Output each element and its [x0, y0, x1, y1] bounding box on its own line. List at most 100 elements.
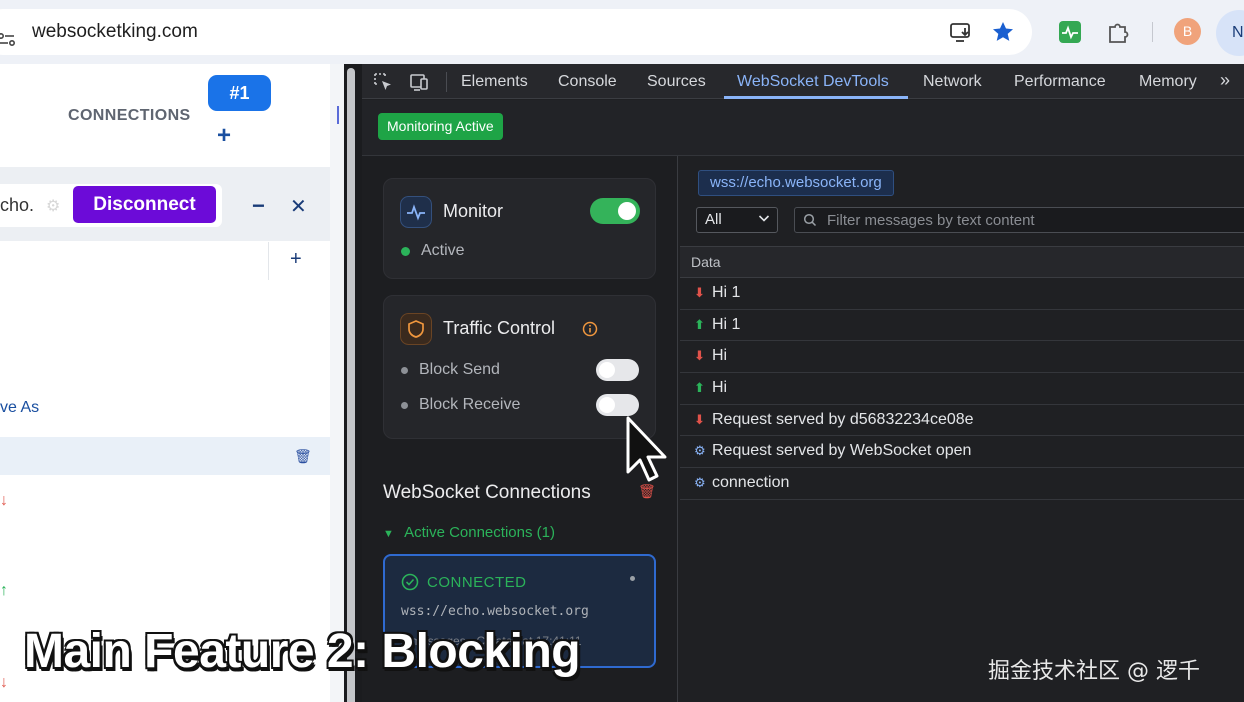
tab-elements[interactable]: Elements [461, 73, 528, 91]
divider [268, 242, 269, 280]
active-status-dot [401, 247, 410, 256]
devtools-tabbar: Elements Console Sources WebSocket DevTo… [362, 64, 1244, 99]
toolbar-divider [1152, 22, 1153, 42]
connection-url-chip[interactable]: wss://echo.websocket.org [698, 170, 894, 196]
devtools-panel: Elements Console Sources WebSocket DevTo… [362, 64, 1244, 702]
tab-sources[interactable]: Sources [647, 73, 706, 91]
filter-field[interactable] [794, 207, 1244, 233]
site-settings-icon[interactable] [0, 30, 16, 50]
received-arrow-icon: ⬇ [694, 411, 705, 427]
message-row[interactable]: ⬇ Hi 1 [680, 278, 1244, 310]
messages-list: ⬇ Hi 1 ⬆ Hi 1 ⬇ Hi ⬆ Hi ⬇ Request served by d5683… [680, 278, 1244, 500]
message-row[interactable]: ⬆ Hi [680, 373, 1244, 405]
block-receive-toggle[interactable] [596, 394, 639, 416]
message-row[interactable]: ⚙ connection [680, 468, 1244, 500]
profile-avatar[interactable]: B [1174, 18, 1201, 45]
message-text: connection [712, 474, 790, 492]
inspect-element-icon[interactable] [372, 71, 394, 93]
info-icon[interactable] [582, 321, 598, 337]
sent-arrow-icon: ⬆ [694, 316, 705, 332]
screen: websocketking.com B N CONNECTIONS #1 + c… [0, 0, 1244, 702]
block-receive-dot [401, 402, 408, 409]
tab-performance[interactable]: Performance [1014, 73, 1106, 91]
block-receive-label: Block Receive [419, 396, 521, 413]
block-send-dot [401, 367, 408, 374]
block-send-label: Block Send [419, 361, 500, 378]
monitoring-bar: Monitoring Active [362, 100, 1244, 156]
tabbar-divider [446, 72, 447, 92]
message-type-select[interactable]: All [696, 207, 778, 233]
device-toolbar-icon[interactable] [408, 71, 430, 93]
settings-gear-icon[interactable]: ⚙ [46, 196, 60, 216]
add-button[interactable]: + [290, 248, 302, 271]
tab-network[interactable]: Network [923, 73, 982, 91]
url-text[interactable]: websocketking.com [32, 21, 198, 43]
extension-monitor-icon[interactable] [1057, 19, 1083, 45]
close-button[interactable]: ✕ [290, 194, 307, 219]
traffic-control-card: Traffic Control Block Send Block Receive [383, 295, 656, 439]
pulse-icon [400, 196, 432, 228]
message-type-value: All [705, 211, 722, 228]
tab-memory[interactable]: Memory [1139, 73, 1197, 91]
status-dot [630, 576, 635, 581]
watermark: 掘金技术社区 @ 逻千 [988, 659, 1200, 684]
message-row[interactable]: ⚙ Request served by WebSocket open [680, 436, 1244, 469]
monitor-title: Monitor [443, 201, 504, 221]
toggle-knob [618, 202, 636, 220]
message-text: Hi [712, 347, 728, 365]
monitor-toggle[interactable] [590, 198, 640, 224]
save-as-link[interactable]: ve As [0, 399, 39, 417]
connections-heading: CONNECTIONS [68, 107, 191, 124]
monitor-status: Active [421, 242, 465, 259]
websocket-connections-title: WebSocket Connections [383, 482, 591, 503]
active-connections-label: Active Connections (1) [404, 524, 555, 541]
install-app-icon[interactable] [948, 19, 974, 45]
messages-panel: wss://echo.websocket.org All Data ⬇Hi 1⬆… [680, 156, 1244, 702]
check-circle-icon [401, 573, 419, 591]
app-scrollbar[interactable] [346, 68, 356, 702]
system-gear-icon: ⚙ [694, 475, 706, 491]
message-row[interactable]: ⬆ Hi 1 [680, 310, 1244, 342]
system-gear-icon: ⚙ [694, 443, 706, 459]
active-connections-toggle[interactable]: ▼ Active Connections (1) [383, 524, 555, 541]
chevron-down-icon [758, 215, 770, 222]
add-connection-button[interactable]: + [217, 122, 231, 150]
connection-status: CONNECTED [427, 574, 527, 591]
mouse-cursor-icon [626, 416, 667, 482]
messages-header-row: 🗑 [0, 437, 330, 475]
focus-marker [337, 106, 339, 124]
connections-panel: CONNECTIONS #1 + cho. ⚙ Disconnect − ✕ +… [0, 64, 330, 702]
message-text: Request served by WebSocket open [712, 442, 972, 460]
received-arrow-icon: ⬇ [694, 348, 705, 364]
extensions-puzzle-icon[interactable] [1105, 19, 1131, 45]
message-row[interactable]: ⬇ Request served by d56832234ce08e [680, 405, 1244, 437]
message-text: Hi [712, 379, 728, 397]
connection-row: cho. ⚙ Disconnect − ✕ [0, 167, 330, 241]
minimize-button[interactable]: − [252, 193, 265, 219]
browser-toolbar: websocketking.com B N [0, 0, 1244, 64]
address-bar[interactable]: websocketking.com [0, 9, 1032, 55]
block-send-toggle[interactable] [596, 359, 639, 381]
message-text: Hi 1 [712, 315, 741, 333]
monitor-card: Monitor Active [383, 178, 656, 279]
connection-tab-1[interactable]: #1 [208, 75, 271, 111]
shield-icon [400, 313, 432, 345]
filter-messages-input[interactable] [827, 211, 1244, 229]
profile-avatar-secondary[interactable]: N [1216, 10, 1244, 56]
websocketking-app: CONNECTIONS #1 + cho. ⚙ Disconnect − ✕ +… [0, 64, 344, 702]
tab-websocket-devtools[interactable]: WebSocket DevTools [737, 73, 889, 91]
message-text: Hi 1 [712, 284, 741, 301]
more-tabs-chevron-icon[interactable]: » [1220, 70, 1230, 91]
clear-messages-trash-icon[interactable]: 🗑 [294, 448, 312, 465]
toggle-knob [599, 397, 615, 413]
message-row[interactable]: ⬇ Hi [680, 341, 1244, 374]
scrollbar-thumb[interactable] [347, 68, 355, 702]
message-text: Request served by d56832234ce08e [712, 410, 974, 428]
disconnect-button[interactable]: Disconnect [73, 186, 216, 223]
tab-console[interactable]: Console [558, 73, 617, 91]
active-tab-indicator [724, 96, 908, 99]
search-icon [803, 213, 817, 227]
bookmark-star-icon[interactable] [990, 19, 1016, 45]
received-arrow-icon: ↓ [0, 492, 8, 509]
url-field-text[interactable]: cho. [0, 195, 34, 216]
